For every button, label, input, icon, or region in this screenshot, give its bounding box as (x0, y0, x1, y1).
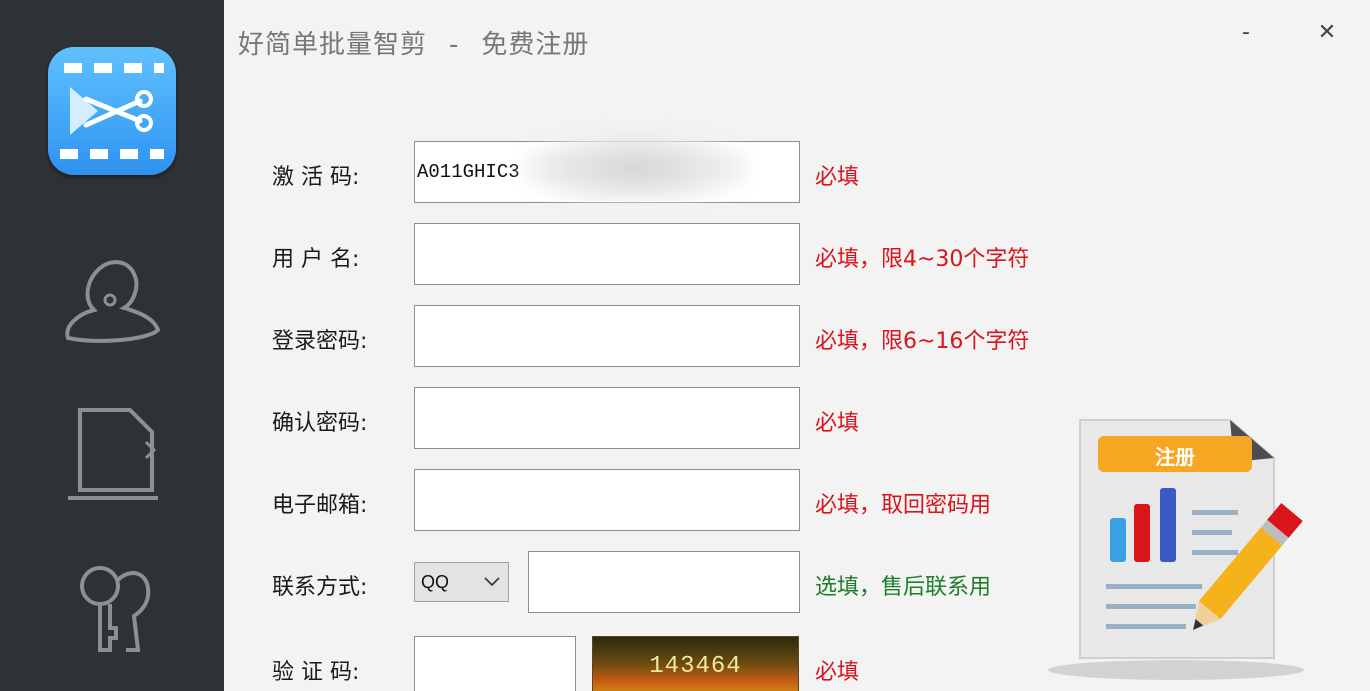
redaction-blur (520, 132, 750, 204)
close-button[interactable]: ✕ (1307, 18, 1347, 48)
confirm-password-hint: 必填 (815, 411, 860, 436)
captcha-hint: 必填 (815, 660, 860, 685)
email-label: 电子邮箱: (272, 493, 368, 518)
scissors-film-icon (60, 63, 164, 159)
document-icon (68, 408, 158, 500)
contact-hint: 选填，售后联系用 (815, 575, 992, 600)
register-button[interactable]: 注册 (1100, 442, 1250, 472)
app-logo (48, 47, 176, 175)
activation-code-value: A011GHIC3 (417, 161, 520, 183)
username-input[interactable] (414, 223, 800, 285)
sidebar-item-user[interactable] (58, 248, 168, 358)
password-label: 登录密码: (272, 329, 368, 354)
password-input[interactable] (414, 305, 800, 367)
sidebar-item-document[interactable] (58, 402, 168, 512)
captcha-image-text: 143464 (649, 652, 742, 680)
activation-code-label: 激 活 码: (272, 165, 360, 190)
username-hint: 必填，限4~30个字符 (815, 247, 1030, 272)
minimize-button[interactable]: - (1226, 18, 1266, 48)
captcha-image[interactable]: 143464 (592, 636, 799, 691)
contact-label: 联系方式: (272, 575, 368, 600)
contact-type-value: QQ (421, 571, 450, 592)
contact-input[interactable] (528, 551, 800, 613)
chevron-down-icon (484, 577, 500, 587)
page-title: 免费注册 (481, 30, 590, 60)
confirm-password-label: 确认密码: (272, 411, 368, 436)
app-name: 好简单批量智剪 (238, 30, 428, 60)
window-title: 好简单批量智剪 - 免费注册 (238, 24, 589, 61)
sidebar (0, 0, 224, 691)
email-input[interactable] (414, 469, 800, 531)
password-hint: 必填，限6~16个字符 (815, 329, 1030, 354)
key-icon (80, 566, 151, 652)
sidebar-item-key[interactable] (58, 558, 168, 668)
confirm-password-input[interactable] (414, 387, 800, 449)
captcha-label: 验 证 码: (272, 660, 360, 685)
username-label: 用 户 名: (272, 247, 360, 272)
email-hint: 必填，取回密码用 (815, 493, 992, 518)
contact-type-select[interactable]: QQ (414, 562, 509, 602)
title-separator: - (449, 30, 460, 60)
captcha-input[interactable] (414, 636, 576, 691)
activation-code-hint: 必填 (815, 165, 860, 190)
user-icon (65, 260, 161, 343)
